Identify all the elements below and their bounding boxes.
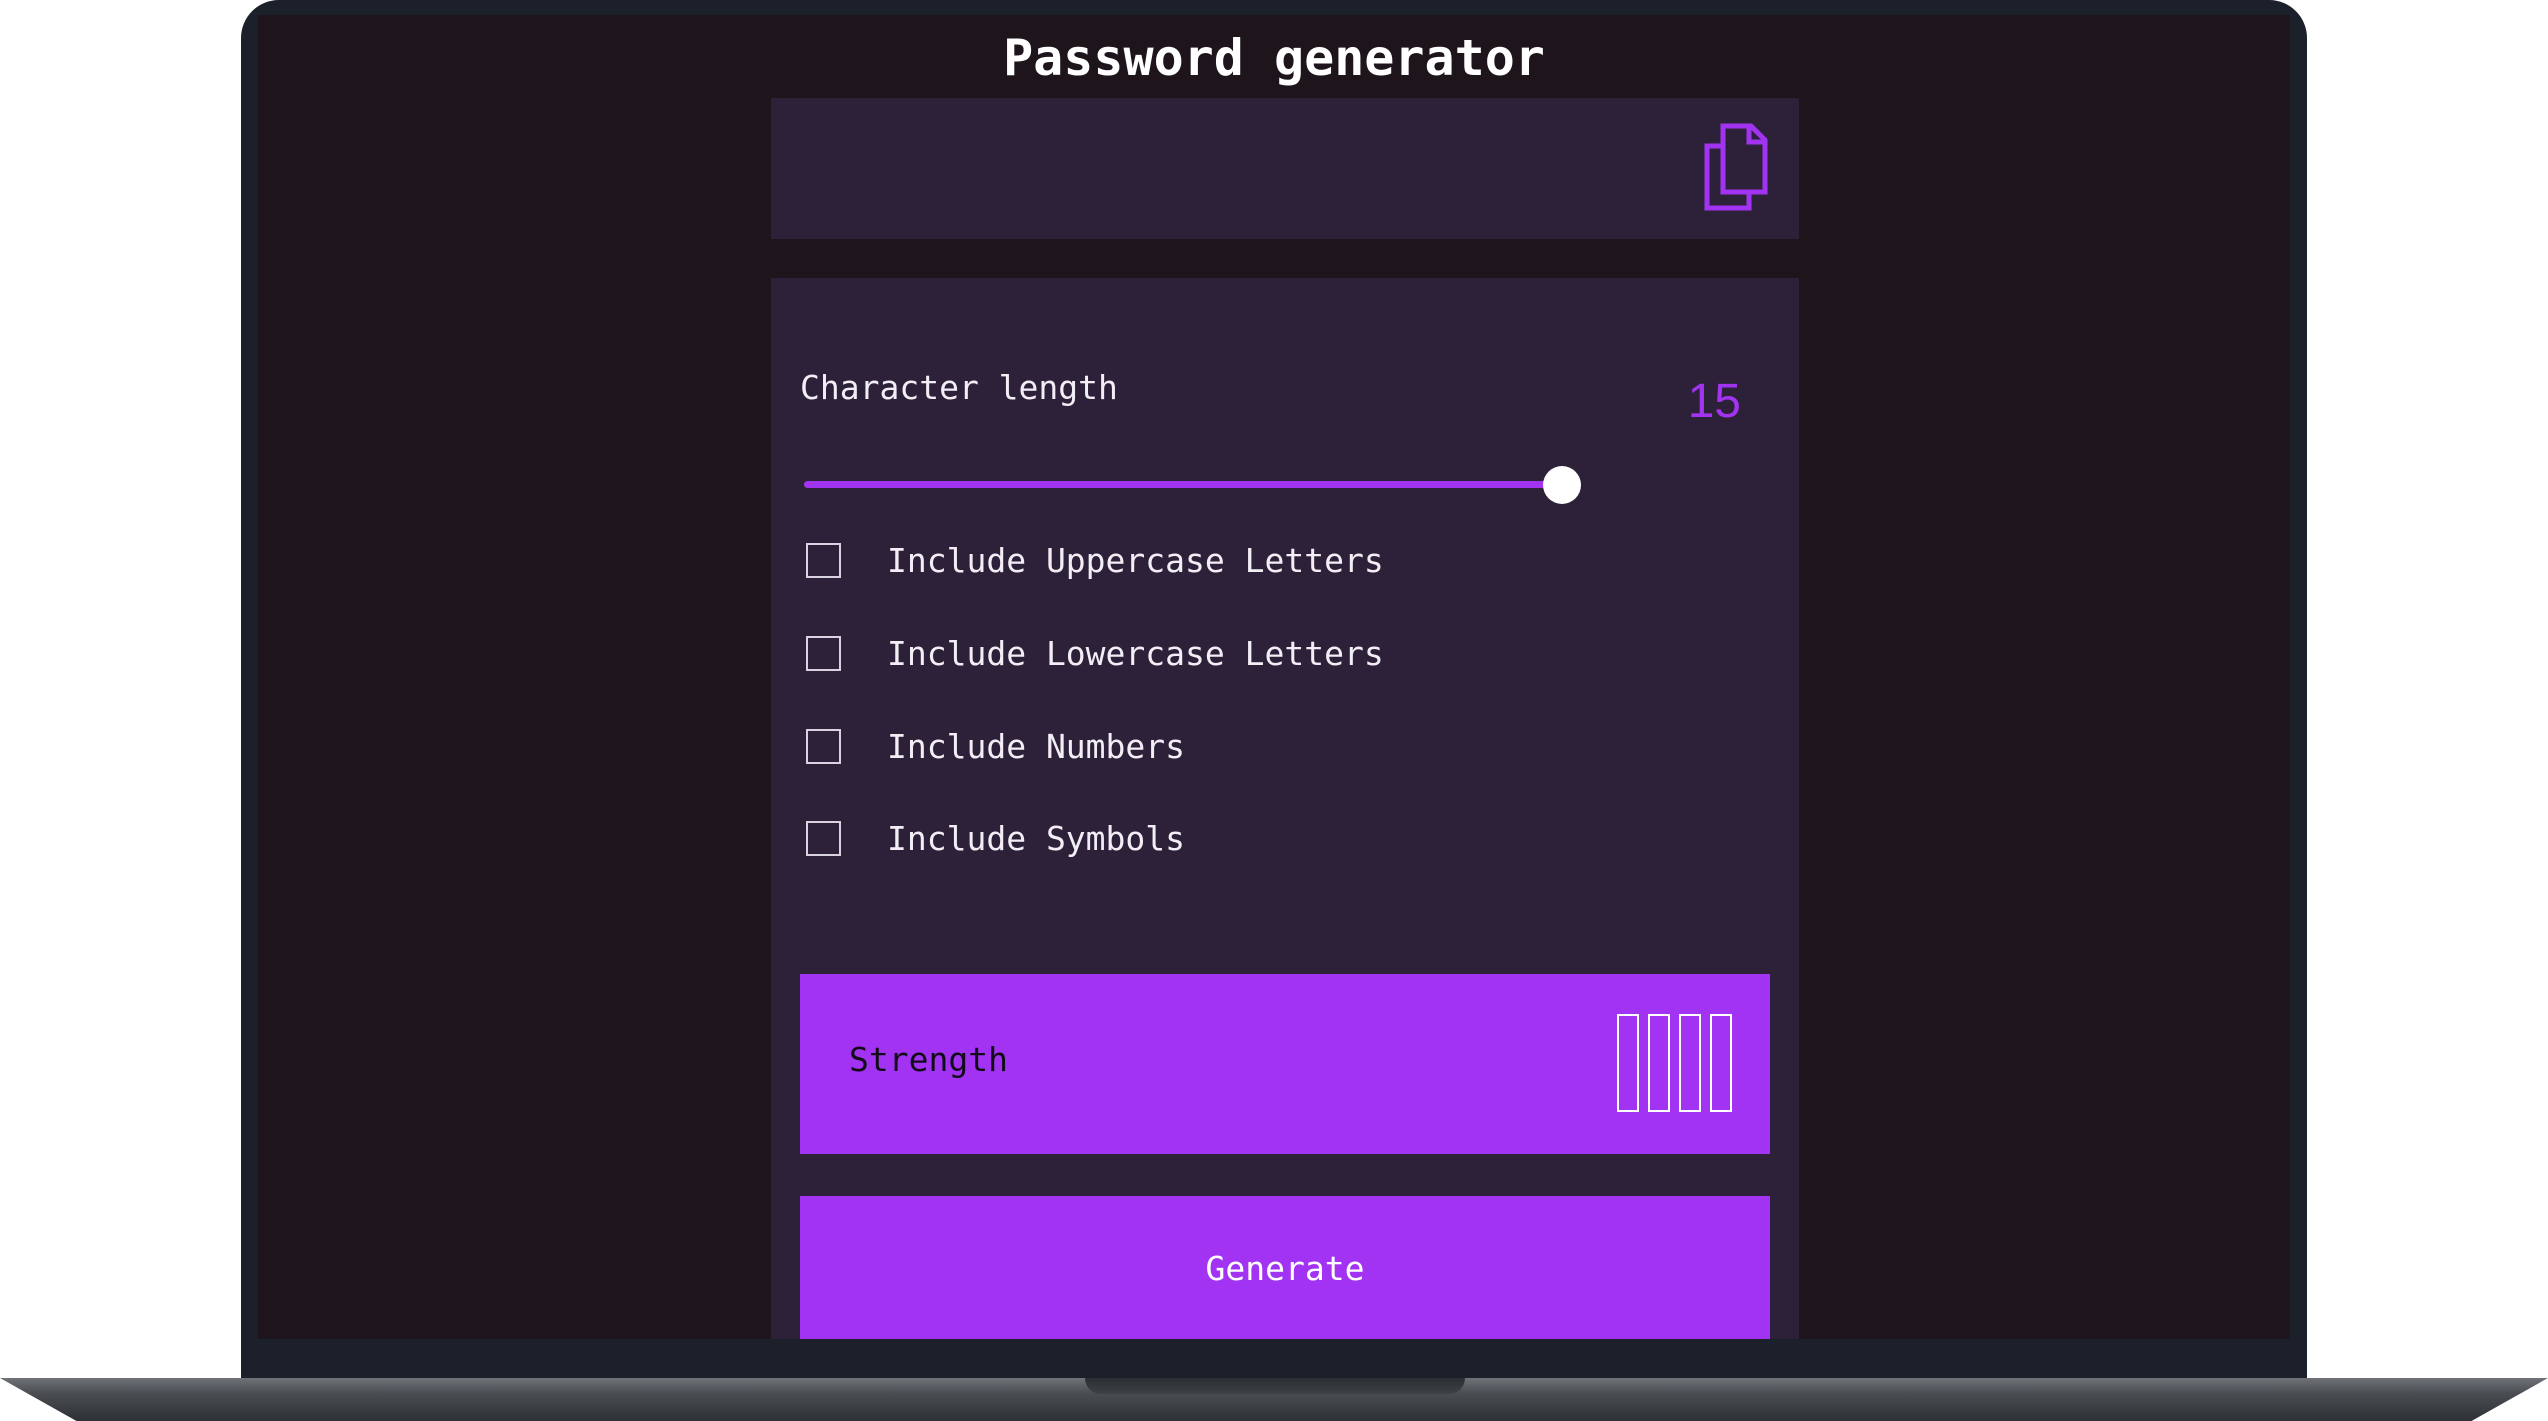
slider-fill <box>804 481 1562 488</box>
lowercase-checkbox[interactable] <box>806 635 841 671</box>
settings-card: Character length 15 Include Uppercase Le… <box>771 278 1799 1339</box>
laptop-notch <box>1085 1378 1465 1394</box>
strength-panel: Strength <box>800 974 1770 1154</box>
option-label: Include Lowercase Letters <box>887 633 1384 673</box>
page-title: Password generator <box>1003 29 1545 87</box>
numbers-checkbox[interactable] <box>806 728 841 764</box>
option-uppercase[interactable]: Include Uppercase Letters <box>806 540 1384 580</box>
character-length-slider[interactable] <box>804 466 1581 504</box>
strength-bars <box>1617 1014 1732 1112</box>
laptop-screen: Password generator Character length 15 I… <box>258 15 2290 1339</box>
character-length-label: Character length <box>800 368 1118 407</box>
copy-icon[interactable] <box>1701 122 1771 212</box>
password-output <box>771 98 1799 239</box>
option-lowercase[interactable]: Include Lowercase Letters <box>806 633 1384 673</box>
option-symbols[interactable]: Include Symbols <box>806 818 1185 858</box>
strength-bar <box>1648 1014 1670 1112</box>
option-label: Include Numbers <box>887 726 1186 766</box>
uppercase-checkbox[interactable] <box>806 542 841 578</box>
slider-thumb[interactable] <box>1543 466 1581 504</box>
option-label: Include Uppercase Letters <box>887 540 1384 580</box>
character-length-value: 15 <box>1687 375 1741 428</box>
option-label: Include Symbols <box>887 818 1186 858</box>
strength-bar <box>1710 1014 1732 1112</box>
symbols-checkbox[interactable] <box>806 820 841 856</box>
option-numbers[interactable]: Include Numbers <box>806 726 1185 766</box>
strength-bar <box>1617 1014 1639 1112</box>
generate-button[interactable]: Generate <box>800 1196 1770 1339</box>
strength-bar <box>1679 1014 1701 1112</box>
strength-label: Strength <box>849 1040 1008 1079</box>
